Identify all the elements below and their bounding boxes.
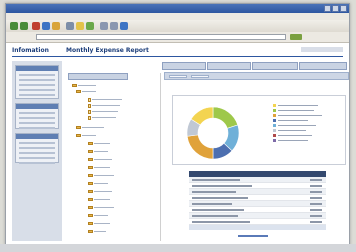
edit-icon[interactable]	[120, 22, 128, 30]
tree-item[interactable]	[76, 133, 96, 138]
document-icon	[88, 109, 91, 114]
tree-item[interactable]	[88, 109, 118, 114]
view-button[interactable]	[191, 75, 209, 78]
report-tree	[68, 73, 161, 241]
chart-panel	[172, 95, 346, 165]
tree-item[interactable]	[88, 115, 116, 120]
window-titlebar	[6, 4, 349, 13]
folder-icon	[88, 182, 93, 185]
tree-toolbar[interactable]	[68, 73, 128, 80]
legend-swatch	[273, 139, 276, 142]
donut-chart	[186, 106, 240, 160]
search-icon[interactable]	[66, 22, 74, 30]
chart-legend	[273, 103, 339, 143]
tree-item[interactable]	[72, 83, 96, 88]
stop-icon[interactable]	[32, 22, 40, 30]
tree-item[interactable]	[88, 157, 112, 162]
tree-item[interactable]	[88, 103, 120, 108]
tree-item[interactable]	[88, 205, 114, 210]
minimize-button[interactable]	[324, 5, 331, 12]
view-button[interactable]	[169, 75, 187, 78]
tree-item[interactable]	[88, 189, 112, 194]
folder-icon	[88, 166, 93, 169]
folder-icon	[88, 142, 93, 145]
legend-swatch	[273, 129, 276, 132]
menu-bar	[6, 13, 349, 20]
table-footer	[189, 225, 326, 230]
sidebar-panel[interactable]	[15, 103, 59, 129]
tree-item[interactable]	[76, 89, 96, 94]
desktop: Infomation Monthly Expense Report	[0, 0, 356, 252]
tree-item[interactable]	[88, 173, 114, 178]
legend-item	[273, 138, 339, 143]
print-icon[interactable]	[110, 22, 118, 30]
tree-item[interactable]	[88, 181, 108, 186]
tab-item[interactable]	[299, 62, 347, 70]
maximize-button[interactable]	[332, 5, 339, 12]
user-links[interactable]	[301, 47, 343, 52]
tab-item[interactable]	[207, 62, 251, 70]
report-app: Infomation Monthly Expense Report	[6, 43, 349, 245]
folder-icon	[88, 206, 93, 209]
tree-item[interactable]	[76, 125, 104, 130]
left-sidebar	[12, 61, 62, 241]
folder-icon	[76, 90, 81, 93]
address-bar	[6, 32, 349, 43]
tree-item[interactable]	[88, 97, 122, 102]
header-divider	[12, 56, 343, 57]
legend-swatch	[273, 109, 276, 112]
forward-icon[interactable]	[20, 22, 28, 30]
tab-item[interactable]	[252, 62, 298, 70]
report-tabs	[66, 61, 349, 71]
back-icon[interactable]	[10, 22, 18, 30]
browser-window: Infomation Monthly Expense Report	[5, 3, 350, 246]
legend-swatch	[273, 104, 276, 107]
tree-item[interactable]	[88, 141, 110, 146]
legend-swatch	[273, 119, 276, 122]
sidebar-panel[interactable]	[15, 133, 59, 164]
folder-icon	[88, 190, 93, 193]
table-row[interactable]	[189, 219, 326, 225]
folder-icon	[88, 150, 93, 153]
sidebar-panel[interactable]	[15, 65, 59, 99]
close-button[interactable]	[340, 5, 347, 12]
folder-icon	[88, 222, 93, 225]
home-icon[interactable]	[52, 22, 60, 30]
tree-item[interactable]	[88, 229, 106, 234]
folder-icon	[76, 126, 81, 129]
folder-icon	[72, 84, 77, 87]
folder-icon	[88, 174, 93, 177]
folder-icon	[88, 214, 93, 217]
url-input[interactable]	[36, 34, 286, 40]
document-icon	[88, 115, 91, 120]
page-title: Monthly Expense Report	[66, 47, 149, 54]
tree-item[interactable]	[88, 165, 110, 170]
document-icon	[88, 97, 91, 102]
expense-table	[189, 171, 326, 230]
folder-icon	[88, 158, 93, 161]
folder-icon	[88, 198, 93, 201]
favorites-icon[interactable]	[76, 22, 84, 30]
legend-swatch	[273, 124, 276, 127]
brand-logo: Infomation	[12, 47, 49, 54]
tree-item[interactable]	[88, 197, 110, 202]
mail-icon[interactable]	[100, 22, 108, 30]
go-button[interactable]	[290, 34, 302, 40]
folder-icon	[76, 134, 81, 137]
legend-swatch	[273, 134, 276, 137]
history-icon[interactable]	[86, 22, 94, 30]
donut-slice	[186, 134, 214, 160]
tree-item[interactable]	[88, 213, 108, 218]
legend-swatch	[273, 114, 276, 117]
refresh-icon[interactable]	[42, 22, 50, 30]
folder-icon	[88, 230, 93, 233]
taskbar	[0, 244, 356, 252]
view-toolbar	[164, 72, 349, 80]
tab-item[interactable]	[162, 62, 206, 70]
tree-item[interactable]	[88, 221, 110, 226]
more-link[interactable]	[238, 235, 268, 237]
donut-slice	[212, 106, 239, 129]
document-icon	[88, 103, 91, 108]
tree-item[interactable]	[88, 149, 108, 154]
